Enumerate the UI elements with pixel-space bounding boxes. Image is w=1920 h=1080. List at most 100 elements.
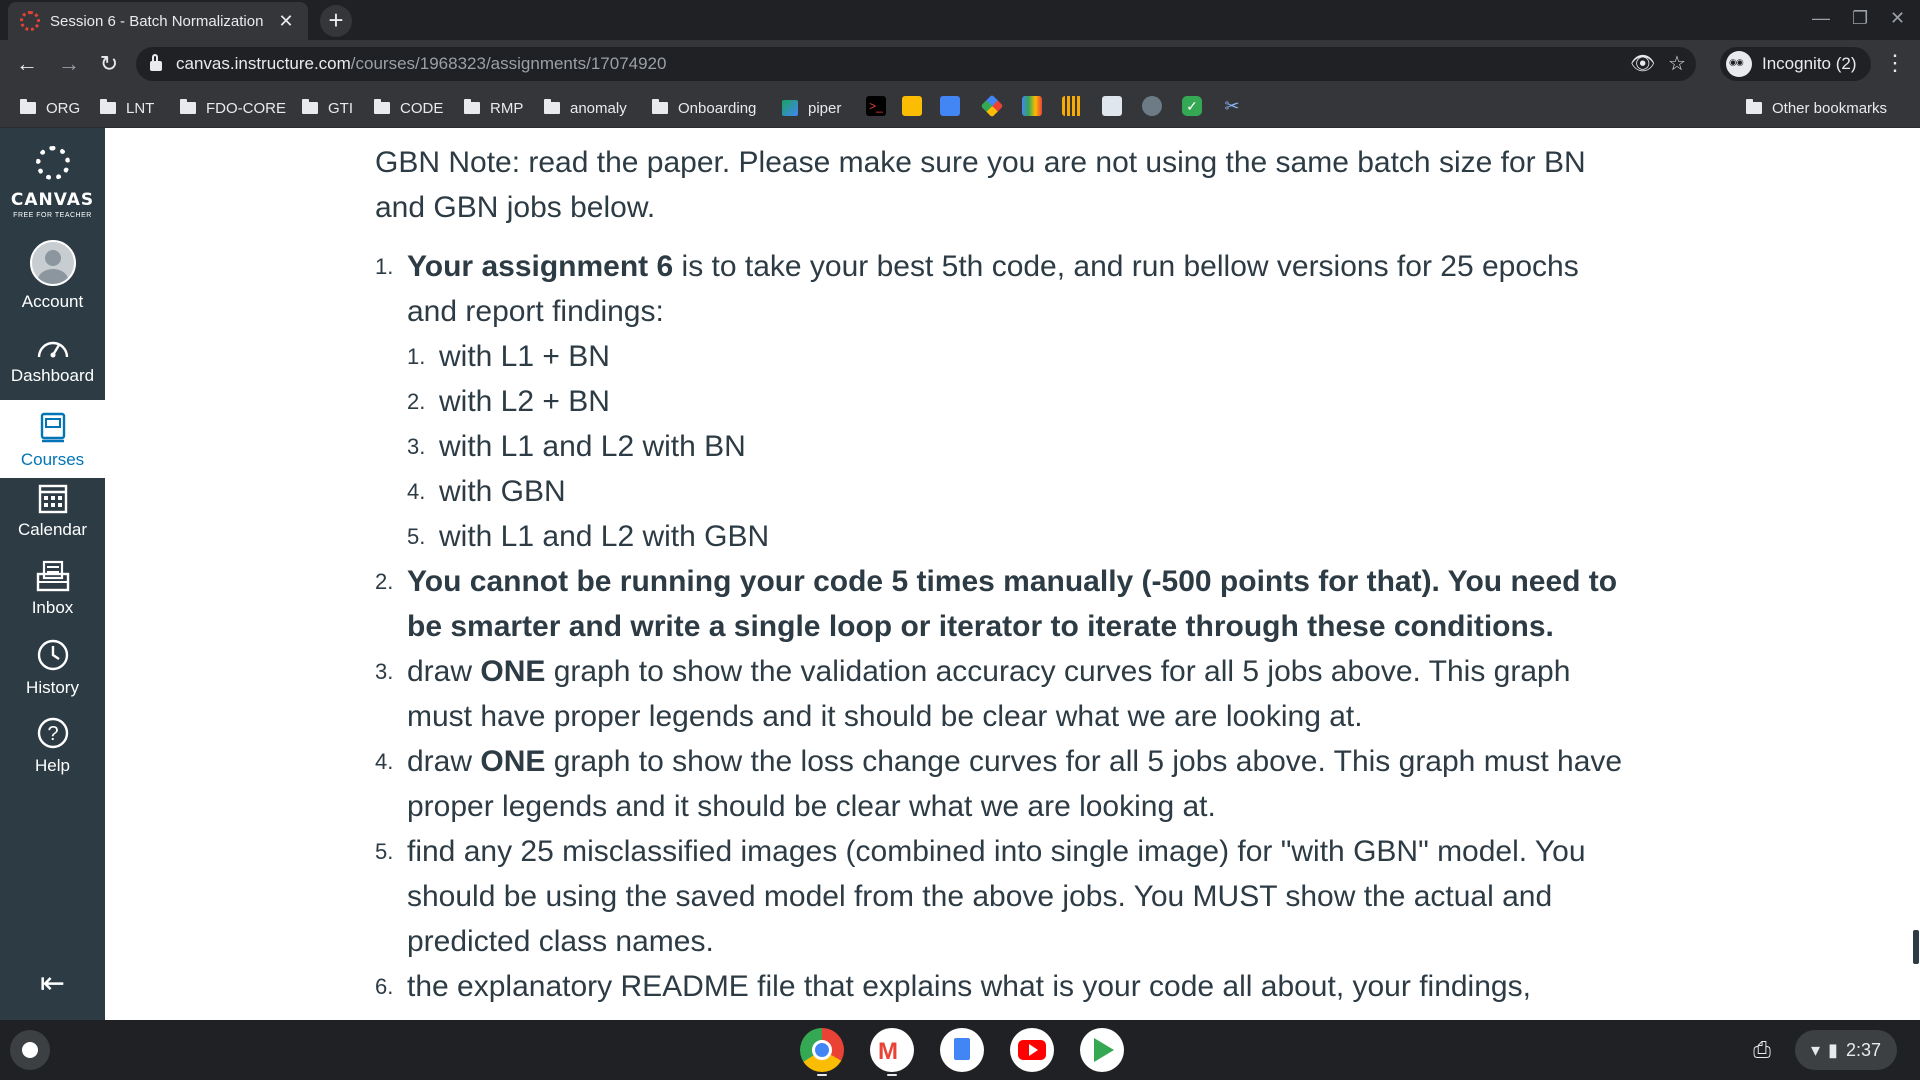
chrome-menu-icon[interactable]: ⋮ [1884, 50, 1906, 76]
list-number: 3. [407, 434, 426, 459]
nav-dashboard[interactable]: Dashboard [0, 334, 105, 406]
sub-list-text: with L1 and L2 with BN [439, 430, 746, 463]
gmail-icon[interactable]: M [870, 1028, 914, 1072]
running-indicator [817, 1074, 827, 1076]
tab-title: Session 6 - Batch Normalization [50, 12, 264, 30]
bug-app-icon[interactable] [1142, 96, 1162, 116]
notes-icon[interactable] [902, 96, 922, 116]
tab-close-icon[interactable]: ✕ [276, 11, 296, 32]
bookmark-folder[interactable]: GTI [302, 98, 353, 118]
forward-icon[interactable]: → [54, 50, 84, 78]
status-tray[interactable]: ▾ ▮ 2:37 [1795, 1030, 1897, 1070]
bookmark-label: RMP [490, 99, 524, 117]
chrome-icon[interactable] [800, 1028, 844, 1072]
tracking-blocked-icon[interactable]: 👁 [1630, 51, 1655, 76]
bookmark-folder[interactable]: Onboarding [652, 98, 756, 118]
folder-icon [464, 99, 480, 114]
colorful-app-icon[interactable] [1022, 96, 1042, 116]
folder-icon [180, 99, 196, 114]
sub-list-item: 1. with L1 + BN [407, 334, 1635, 379]
list-number: 4. [375, 749, 394, 774]
terminal-icon[interactable]: >_ [866, 96, 886, 116]
clock-time: 2:37 [1845, 1039, 1881, 1060]
restore-icon[interactable]: ❐ [1852, 8, 1868, 29]
window-close-icon[interactable]: ✕ [1890, 8, 1905, 29]
nav-label: Dashboard [10, 366, 95, 385]
list-number: 1. [407, 344, 426, 369]
nav-calendar[interactable]: Calendar [0, 482, 105, 554]
folder-icon [544, 99, 560, 114]
nav-help[interactable]: ? Help [0, 716, 105, 788]
network-app-icon[interactable] [1102, 96, 1122, 116]
tote-icon[interactable]: ⎙ [1744, 1032, 1780, 1068]
search-tool-icon[interactable] [940, 96, 960, 116]
nav-courses[interactable]: Courses [0, 400, 105, 478]
list-number: 5. [375, 839, 394, 864]
youtube-icon[interactable] [1010, 1028, 1054, 1072]
bookmark-folder[interactable]: FDO-CORE [180, 98, 286, 118]
bookmark-star-icon[interactable]: ☆ [1668, 51, 1686, 76]
nav-account[interactable]: Account [0, 240, 105, 312]
sub-list-text: with L2 + BN [439, 385, 610, 418]
list-item-text: the explanatory README file that explain… [407, 970, 1531, 1003]
diamond-app-icon[interactable] [980, 94, 1004, 118]
list-item-prefix: draw [407, 655, 481, 688]
avatar [29, 240, 76, 286]
list-item-text: graph to show the validation accuracy cu… [407, 655, 1571, 733]
folder-icon [374, 99, 390, 114]
canvas-logo[interactable]: CANVAS FREE FOR TEACHER [0, 146, 105, 219]
sub-list-item: 4. with GBN [407, 469, 1635, 514]
list-item-bold: Your assignment 6 [407, 250, 674, 283]
list-item: 4. draw ONE graph to show the loss chang… [375, 739, 1635, 829]
nav-label: Inbox [31, 598, 74, 617]
new-tab-button[interactable]: + [320, 5, 352, 37]
play-store-icon[interactable] [1080, 1028, 1124, 1072]
page-scrollbar[interactable] [1913, 930, 1919, 964]
bookmark-label: LNT [126, 99, 155, 117]
courses-icon [40, 412, 65, 443]
other-bookmarks-folder[interactable]: Other bookmarks [1746, 98, 1887, 118]
bookmark-folder[interactable]: CODE [374, 98, 443, 118]
bookmark-folder[interactable]: ORG [20, 98, 80, 118]
check-app-icon[interactable]: ✓ [1182, 96, 1202, 116]
bookmark-label: GTI [328, 99, 353, 117]
bookmark-folder[interactable]: LNT [100, 98, 154, 118]
nav-label: Calendar [18, 520, 87, 539]
bookmark-folder[interactable]: anomaly [544, 98, 627, 118]
nav-inbox[interactable]: Inbox [0, 560, 105, 632]
bookmark-folder[interactable]: RMP [464, 98, 523, 118]
docs-icon[interactable] [940, 1028, 984, 1072]
browser-tab[interactable]: Session 6 - Batch Normalization ✕ [8, 2, 308, 40]
list-number: 1. [375, 254, 394, 279]
sub-list-item: 2. with L2 + BN [407, 379, 1635, 424]
back-icon[interactable]: ← [12, 50, 42, 78]
collapse-nav-icon[interactable]: ⇤ [0, 966, 105, 1001]
list-item: 1. Your assignment 6 is to take your bes… [375, 244, 1635, 559]
logo-subtext: FREE FOR TEACHER [13, 212, 92, 219]
list-number: 3. [375, 659, 394, 684]
list-number: 2. [407, 389, 426, 414]
address-bar[interactable]: canvas.instructure.com/courses/1968323/a… [136, 47, 1696, 81]
list-item-bold: You cannot be running your code 5 times … [407, 565, 1618, 643]
sub-list-text: with L1 + BN [439, 340, 610, 373]
list-number: 5. [407, 524, 426, 549]
bookmark-label: Onboarding [678, 99, 757, 117]
launcher-button[interactable] [10, 1030, 50, 1070]
nav-history[interactable]: History [0, 638, 105, 710]
os-shelf: M ⎙ ▾ ▮ 2:37 [0, 1020, 1920, 1080]
folder-icon [100, 99, 116, 114]
incognito-profile-button[interactable]: Incognito (2) [1720, 47, 1871, 81]
canvas-logo-icon [35, 146, 70, 180]
list-number: 2. [375, 569, 394, 594]
scissors-icon[interactable]: ✂ [1222, 96, 1242, 116]
bookmark-piper[interactable]: piper [782, 98, 841, 118]
minimize-icon[interactable]: — [1812, 8, 1830, 29]
reload-icon[interactable]: ↻ [94, 50, 124, 78]
bar-chart-app-icon[interactable] [1062, 96, 1082, 116]
dashboard-icon [37, 341, 68, 358]
folder-icon [652, 99, 668, 114]
sub-list-text: with L1 and L2 with GBN [439, 520, 770, 553]
wifi-icon: ▾ [1811, 1039, 1821, 1060]
job-variants-list: 1. with L1 + BN 2. with L2 + BN 3. with L1 … [407, 334, 1635, 559]
calendar-icon [38, 484, 67, 514]
